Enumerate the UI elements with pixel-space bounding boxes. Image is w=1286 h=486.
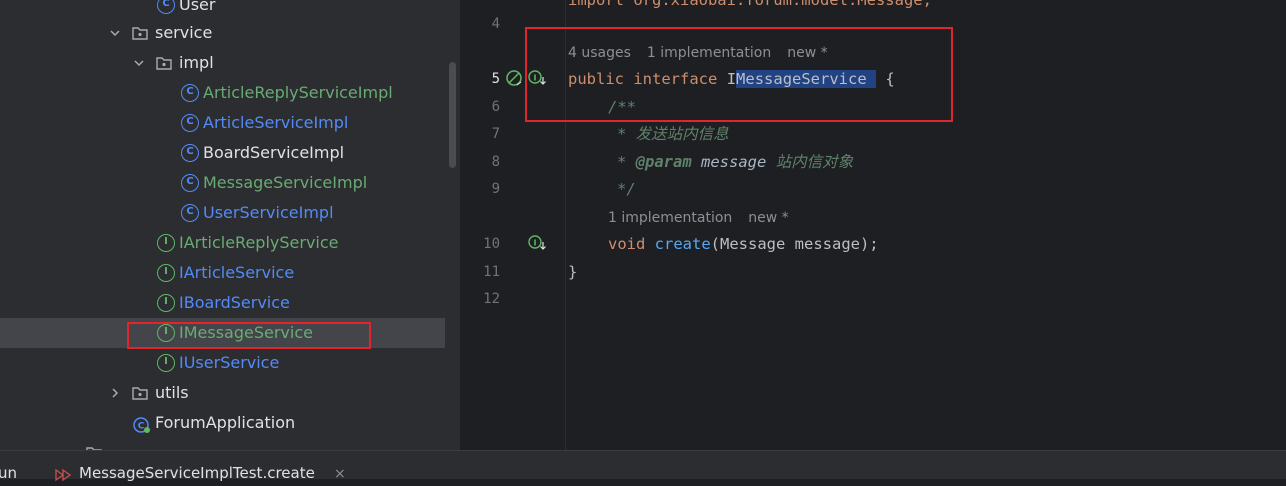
class-icon: C: [181, 84, 199, 102]
tree-item-partial[interactable]: [0, 438, 445, 450]
tree-item-messageserviceimpl[interactable]: C MessageServiceImpl: [0, 168, 445, 198]
svg-text:C: C: [138, 422, 145, 432]
line-number: 9: [491, 181, 500, 197]
line-number: 11: [483, 264, 500, 280]
inlay-hints-method: 1 implementation new *: [608, 207, 805, 229]
code-line-5: public interface IMessageService {: [568, 70, 895, 88]
class-icon: C: [157, 0, 175, 14]
tree-item-userserviceimpl[interactable]: C UserServiceImpl: [0, 198, 445, 228]
tree-item-label: impl: [179, 53, 214, 72]
tree-item-iuserservice[interactable]: I IUserService: [0, 348, 445, 378]
interface-icon: I: [157, 234, 175, 252]
chevron-down-icon[interactable]: [108, 26, 122, 40]
package-folder-icon: [155, 54, 173, 72]
code-line-6: /**: [608, 98, 636, 116]
line-number: 6: [491, 99, 500, 115]
code-line-import: import org.xiaobai.forum.model.Message;: [568, 0, 932, 9]
tree-item-label: IArticleService: [179, 263, 295, 282]
class-icon: C: [181, 174, 199, 192]
tree-item-label: User: [179, 0, 216, 14]
tree-item-iarticleservice[interactable]: I IArticleService: [0, 258, 445, 288]
class-icon: C: [181, 204, 199, 222]
tree-item-label: UserServiceImpl: [203, 203, 334, 222]
line-number: 5: [491, 71, 500, 87]
test-run-icon: [54, 467, 72, 486]
tree-item-label: IMessageService: [179, 323, 313, 342]
interface-icon: I: [157, 294, 175, 312]
line-number: 10: [483, 236, 500, 252]
code-editor[interactable]: import org.xiaobai.forum.model.Message; …: [460, 0, 1286, 450]
tree-item-imessageservice[interactable]: I IMessageService: [0, 318, 445, 348]
tree-item-user[interactable]: C User: [0, 0, 445, 20]
code-line-7: * 发送站内信息: [617, 125, 729, 143]
svg-text:I: I: [534, 74, 537, 83]
code-line-11: }: [568, 263, 578, 281]
tree-item-iboardservice[interactable]: I IBoardService: [0, 288, 445, 318]
code-line-8: * @param message 站内信对象: [617, 153, 854, 171]
implementations-hint[interactable]: 1 implementation: [647, 45, 771, 61]
tree-item-label: service: [155, 23, 213, 42]
line-number: 4: [491, 16, 500, 32]
tree-item-label: IUserService: [179, 353, 280, 372]
chevron-right-icon[interactable]: [108, 386, 122, 400]
tree-item-service[interactable]: service: [0, 18, 445, 48]
no-breakpoint-icon[interactable]: [505, 69, 523, 87]
implemented-by-icon[interactable]: I: [528, 69, 546, 87]
close-icon[interactable]: ×: [334, 465, 346, 483]
run-tab-label[interactable]: MessageServiceImplTest.create: [79, 463, 315, 483]
usages-hint[interactable]: 4 usages: [568, 45, 631, 61]
interface-icon: I: [157, 264, 175, 282]
tree-item-boardserviceimpl[interactable]: C BoardServiceImpl: [0, 138, 445, 168]
chevron-down-icon[interactable]: [132, 56, 146, 70]
author-hint[interactable]: new *: [787, 45, 827, 61]
selected-text: MessageService: [736, 70, 877, 88]
implemented-by-icon[interactable]: I: [528, 234, 546, 252]
run-tool-window-bar: un MessageServiceImplTest.create ×: [0, 450, 1286, 482]
tree-item-forumapplication[interactable]: C ForumApplication: [0, 408, 445, 438]
author-hint[interactable]: new *: [748, 210, 788, 226]
inlay-hints-interface: 4 usages 1 implementation new *: [568, 42, 844, 64]
tree-item-articlereplyserviceimpl[interactable]: C ArticleReplyServiceImpl: [0, 78, 445, 108]
project-tree-panel: C User service impl C ArticleReplyServic…: [0, 0, 460, 450]
tree-item-label: ArticleReplyServiceImpl: [203, 83, 393, 102]
class-icon: C: [181, 114, 199, 132]
package-folder-icon: [131, 384, 149, 402]
tree-scrollbar[interactable]: [449, 62, 456, 168]
tree-item-utils[interactable]: utils: [0, 378, 445, 408]
spring-app-class-icon: C: [133, 414, 151, 433]
tree-item-label: ForumApplication: [155, 413, 296, 432]
line-number: 12: [483, 291, 500, 307]
tree-item-label: ArticleServiceImpl: [203, 113, 349, 132]
tree-item-label: utils: [155, 383, 189, 402]
package-folder-icon: [131, 24, 149, 42]
line-number: 7: [491, 126, 500, 142]
code-line-10: void create(Message message);: [608, 235, 879, 253]
line-number: 8: [491, 154, 500, 170]
tree-item-label: IArticleReplyService: [179, 233, 339, 252]
interface-icon: I: [157, 354, 175, 372]
tree-item-label: BoardServiceImpl: [203, 143, 345, 162]
tree-item-label: MessageServiceImpl: [203, 173, 368, 192]
class-icon: C: [181, 144, 199, 162]
code-line-9: */: [617, 180, 636, 198]
interface-icon: I: [157, 324, 175, 342]
run-tool-label[interactable]: un: [0, 463, 17, 483]
tree-item-articleserviceimpl[interactable]: C ArticleServiceImpl: [0, 108, 445, 138]
svg-text:I: I: [534, 239, 537, 248]
tree-item-impl[interactable]: impl: [0, 48, 445, 78]
implementations-hint[interactable]: 1 implementation: [608, 210, 732, 226]
tree-item-iarticlereplyservice[interactable]: I IArticleReplyService: [0, 228, 445, 258]
tree-item-label: IBoardService: [179, 293, 290, 312]
gutter-separator: [565, 0, 566, 450]
